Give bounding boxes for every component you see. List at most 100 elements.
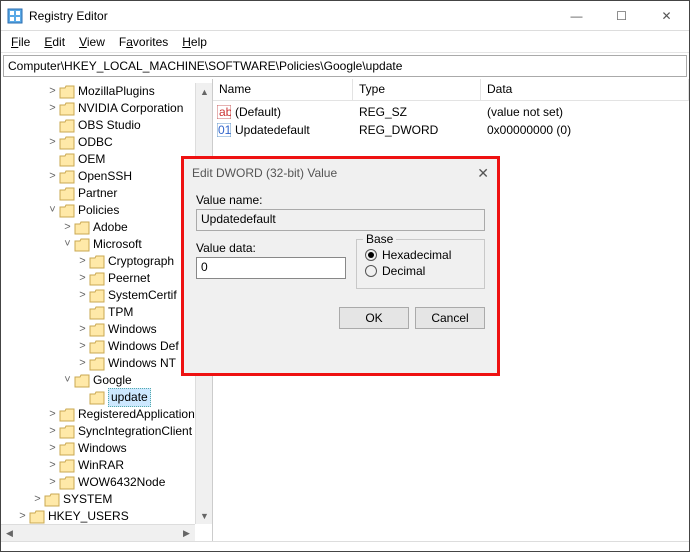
address-bar[interactable]: Computer\HKEY_LOCAL_MACHINE\SOFTWARE\Pol…	[3, 55, 687, 77]
chevron-right-icon[interactable]: >	[76, 338, 89, 355]
cancel-button[interactable]: Cancel	[415, 307, 485, 329]
tree-item[interactable]: > Windows	[1, 440, 212, 457]
tree-item-label: NVIDIA Corporation	[78, 100, 183, 117]
menu-edit[interactable]: Edit	[38, 33, 71, 51]
regedit-icon	[7, 8, 23, 24]
ok-button[interactable]: OK	[339, 307, 409, 329]
tree-item[interactable]: OBS Studio	[1, 117, 212, 134]
value-name-field: Updatedefault	[196, 209, 485, 231]
tree-item[interactable]: > WOW6432Node	[1, 474, 212, 491]
registry-editor-window: Registry Editor — ☐ ✕ File Edit View Fav…	[0, 0, 690, 552]
dialog-close-button[interactable]: ✕	[477, 165, 489, 182]
chevron-right-icon[interactable]: >	[46, 100, 59, 117]
menubar: File Edit View Favorites Help	[1, 31, 689, 53]
scroll-left-icon[interactable]: ◀	[1, 525, 18, 541]
radio-icon	[365, 265, 377, 277]
chevron-right-icon[interactable]: >	[46, 440, 59, 457]
chevron-right-icon[interactable]: >	[46, 457, 59, 474]
tree-item-label: Policies	[78, 202, 119, 219]
chevron-right-icon[interactable]: >	[76, 321, 89, 338]
value-list[interactable]: ab(Default)REG_SZ(value not set)010Updat…	[213, 101, 689, 139]
tree-item-label: Windows Def	[108, 338, 179, 355]
value-row[interactable]: ab(Default)REG_SZ(value not set)	[213, 103, 689, 121]
tree-item[interactable]: > NVIDIA Corporation	[1, 100, 212, 117]
tree-item[interactable]: > WinRAR	[1, 457, 212, 474]
tree-item-label: HKEY_USERS	[48, 508, 129, 525]
chevron-down-icon[interactable]: ˅	[61, 236, 74, 253]
chevron-right-icon[interactable]: >	[16, 508, 29, 525]
tree-item-label: update	[108, 388, 151, 407]
scroll-up-icon[interactable]: ▲	[196, 83, 213, 100]
tree-item-label: SYSTEM	[63, 491, 112, 508]
chevron-right-icon[interactable]: >	[31, 491, 44, 508]
minimize-button[interactable]: —	[554, 1, 599, 30]
col-name[interactable]: Name	[213, 79, 353, 100]
column-headers: Name Type Data	[213, 79, 689, 101]
close-button[interactable]: ✕	[644, 1, 689, 30]
menu-help[interactable]: Help	[176, 33, 213, 51]
base-group: Base Hexadecimal Decimal	[356, 239, 485, 289]
tree-item-label: SyncIntegrationClient	[78, 423, 192, 440]
statusbar	[1, 541, 689, 551]
tree-item-label: Cryptograph	[108, 253, 174, 270]
chevron-right-icon[interactable]: >	[61, 219, 74, 236]
tree-item[interactable]: > SyncIntegrationClient	[1, 423, 212, 440]
value-data: 0x00000000 (0)	[481, 123, 689, 137]
chevron-right-icon[interactable]: >	[46, 423, 59, 440]
tree-item[interactable]: > SYSTEM	[1, 491, 212, 508]
tree-item[interactable]: > ODBC	[1, 134, 212, 151]
chevron-right-icon[interactable]: >	[76, 253, 89, 270]
scroll-down-icon[interactable]: ▼	[196, 507, 213, 524]
chevron-right-icon[interactable]: >	[76, 287, 89, 304]
radio-icon	[365, 249, 377, 261]
radio-decimal[interactable]: Decimal	[365, 264, 476, 278]
value-data-field[interactable]: 0	[196, 257, 346, 279]
tree-item-label: WOW6432Node	[78, 474, 165, 491]
menu-view[interactable]: View	[73, 33, 111, 51]
tree-item-label: Microsoft	[93, 236, 142, 253]
tree-item[interactable]: > HKEY_USERS	[1, 508, 212, 525]
radio-hex-label: Hexadecimal	[382, 248, 451, 262]
chevron-down-icon[interactable]: ˅	[46, 202, 59, 219]
window-title: Registry Editor	[29, 9, 554, 23]
tree-item-label: WinRAR	[78, 457, 124, 474]
chevron-right-icon[interactable]: >	[46, 406, 59, 423]
value-name: Updatedefault	[235, 123, 310, 137]
menu-file[interactable]: File	[5, 33, 36, 51]
tree-item-label: Windows	[108, 321, 157, 338]
tree-item-label: Windows	[78, 440, 127, 457]
tree-item-label: OpenSSH	[78, 168, 132, 185]
col-type[interactable]: Type	[353, 79, 481, 100]
tree-item[interactable]: > RegisteredApplication	[1, 406, 212, 423]
tree-item-label: OEM	[78, 151, 105, 168]
tree-item-label: MozillaPlugins	[78, 83, 155, 100]
titlebar: Registry Editor — ☐ ✕	[1, 1, 689, 31]
chevron-right-icon[interactable]: >	[46, 83, 59, 100]
chevron-right-icon[interactable]: >	[46, 168, 59, 185]
chevron-right-icon[interactable]: >	[76, 270, 89, 287]
chevron-right-icon[interactable]: >	[46, 474, 59, 491]
menu-favorites[interactable]: Favorites	[113, 33, 174, 51]
tree-item-label: ODBC	[78, 134, 113, 151]
value-type: REG_DWORD	[353, 123, 481, 137]
chevron-right-icon[interactable]: >	[76, 355, 89, 372]
base-group-label: Base	[363, 232, 396, 246]
tree-item-label: RegisteredApplication	[78, 406, 195, 423]
tree-item[interactable]: > MozillaPlugins	[1, 83, 212, 100]
tree-item-label: Peernet	[108, 270, 150, 287]
chevron-right-icon[interactable]: >	[46, 134, 59, 151]
col-data[interactable]: Data	[481, 79, 689, 100]
value-name: (Default)	[235, 105, 281, 119]
scroll-right-icon[interactable]: ▶	[178, 525, 195, 541]
edit-dword-dialog: Edit DWORD (32-bit) Value ✕ Value name: …	[181, 156, 500, 376]
tree-scrollbar-h[interactable]: ◀ ▶	[1, 524, 195, 541]
tree-item[interactable]: update	[1, 389, 212, 406]
tree-item-label: Google	[93, 372, 132, 389]
radio-dec-label: Decimal	[382, 264, 425, 278]
radio-hexadecimal[interactable]: Hexadecimal	[365, 248, 476, 262]
dialog-titlebar: Edit DWORD (32-bit) Value ✕	[184, 159, 497, 187]
value-row[interactable]: 010UpdatedefaultREG_DWORD0x00000000 (0)	[213, 121, 689, 139]
chevron-down-icon[interactable]: ˅	[61, 372, 74, 389]
dialog-title: Edit DWORD (32-bit) Value	[192, 166, 477, 180]
maximize-button[interactable]: ☐	[599, 1, 644, 30]
